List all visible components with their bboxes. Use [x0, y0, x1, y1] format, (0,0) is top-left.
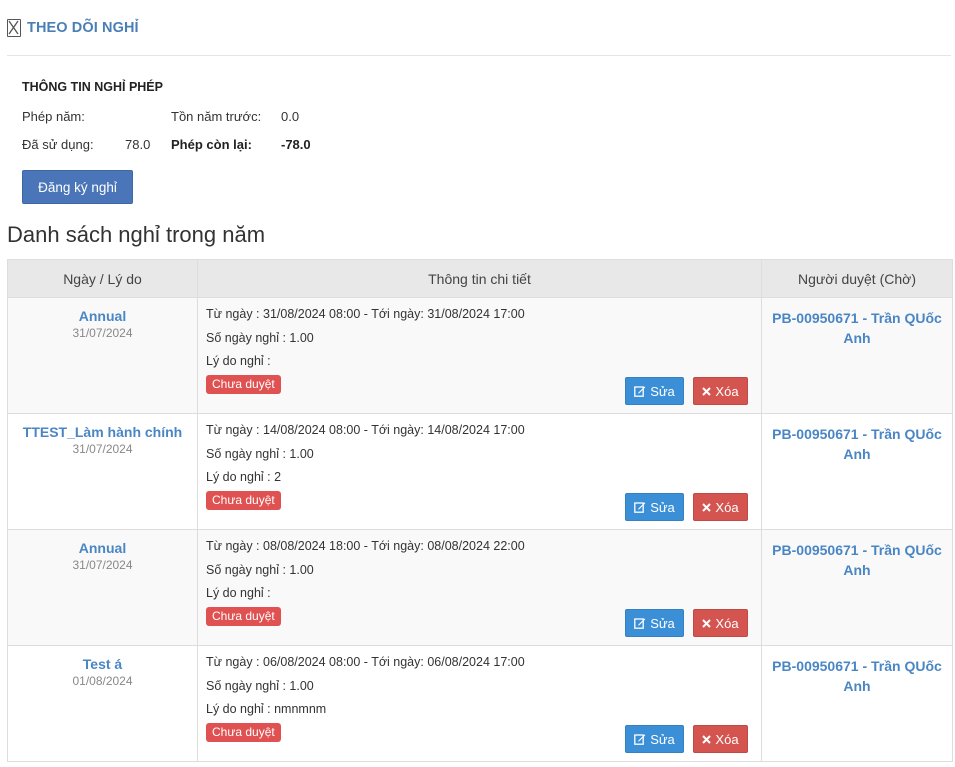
status-badge: Chưa duyệt — [206, 375, 281, 394]
delete-label: Xóa — [715, 383, 739, 399]
date-range: Từ ngày : 08/08/2024 18:00 - Tới ngày: 0… — [206, 539, 525, 553]
date-reason-cell: Annual 31/07/2024 — [7, 297, 198, 414]
edit-button[interactable]: Sửa — [625, 609, 684, 637]
used-label: Đã sử dụng: — [22, 137, 94, 152]
approver-cell: PB-00950671 - Trần QUốc Anh — [761, 645, 953, 762]
status-badge: Chưa duyệt — [206, 723, 281, 742]
delete-button[interactable]: Xóa — [693, 377, 748, 405]
table-row: Test á 01/08/2024 Từ ngày : 06/08/2024 0… — [7, 645, 953, 762]
approver-link[interactable]: PB-00950671 - Trần QUốc Anh — [763, 424, 951, 464]
prev-year-value: 0.0 — [281, 109, 300, 124]
details-cell: Từ ngày : 14/08/2024 08:00 - Tới ngày: 1… — [197, 413, 762, 530]
edit-icon — [634, 618, 646, 629]
header-details: Thông tin chi tiết — [197, 259, 762, 298]
prev-year-label: Tồn năm trước: — [171, 109, 262, 124]
edit-label: Sửa — [650, 615, 675, 631]
edit-label: Sửa — [650, 499, 675, 515]
used-value: 78.0 — [125, 137, 151, 152]
leave-created-date: 31/07/2024 — [72, 326, 133, 340]
delete-label: Xóa — [715, 615, 739, 631]
page-header: THEO DÕI NGHỈ — [7, 16, 139, 40]
edit-button[interactable]: Sửa — [625, 493, 684, 521]
edit-label: Sửa — [650, 383, 675, 399]
leave-created-date: 01/08/2024 — [72, 674, 133, 688]
delete-label: Xóa — [715, 731, 739, 747]
days-count: Số ngày nghỉ : 1.00 — [206, 447, 314, 461]
delete-button[interactable]: Xóa — [693, 725, 748, 753]
leave-list-title: Danh sách nghỉ trong năm — [7, 222, 266, 247]
leave-table: Ngày / Lý do Thông tin chi tiết Người du… — [7, 259, 953, 762]
leave-reason-link[interactable]: Annual — [9, 308, 196, 324]
approver-cell: PB-00950671 - Trần QUốc Anh — [761, 529, 953, 646]
edit-icon — [634, 502, 646, 513]
details-cell: Từ ngày : 31/08/2024 08:00 - Tới ngày: 3… — [197, 297, 762, 414]
header-date-reason: Ngày / Lý do — [7, 259, 198, 298]
edit-button[interactable]: Sửa — [625, 725, 684, 753]
edit-icon — [634, 734, 646, 745]
date-range: Từ ngày : 06/08/2024 08:00 - Tới ngày: 0… — [206, 655, 525, 669]
close-icon — [702, 734, 712, 744]
status-badge: Chưa duyệt — [206, 491, 281, 510]
days-count: Số ngày nghỉ : 1.00 — [206, 331, 314, 345]
leave-note: Lý do nghỉ : 2 — [206, 470, 282, 484]
table-row: Annual 31/07/2024 Từ ngày : 31/08/2024 0… — [7, 297, 953, 414]
leave-created-date: 31/07/2024 — [72, 558, 133, 572]
register-leave-button[interactable]: Đăng ký nghỉ — [22, 170, 133, 204]
leave-note: Lý do nghỉ : — [206, 586, 271, 600]
days-count: Số ngày nghỉ : 1.00 — [206, 679, 314, 693]
edit-label: Sửa — [650, 731, 675, 747]
delete-button[interactable]: Xóa — [693, 493, 748, 521]
date-reason-cell: Test á 01/08/2024 — [7, 645, 198, 762]
edit-button[interactable]: Sửa — [625, 377, 684, 405]
table-row: Annual 31/07/2024 Từ ngày : 08/08/2024 1… — [7, 529, 953, 646]
close-icon — [702, 386, 712, 396]
date-range: Từ ngày : 14/08/2024 08:00 - Tới ngày: 1… — [206, 423, 525, 437]
close-icon — [702, 502, 712, 512]
leave-note: Lý do nghỉ : — [206, 354, 271, 368]
approver-link[interactable]: PB-00950671 - Trần QUốc Anh — [763, 308, 951, 348]
approver-cell: PB-00950671 - Trần QUốc Anh — [761, 297, 953, 414]
details-cell: Từ ngày : 08/08/2024 18:00 - Tới ngày: 0… — [197, 529, 762, 646]
details-cell: Từ ngày : 06/08/2024 08:00 - Tới ngày: 0… — [197, 645, 762, 762]
delete-label: Xóa — [715, 499, 739, 515]
date-reason-cell: TTEST_Làm hành chính 31/07/2024 — [7, 413, 198, 530]
remaining-label: Phép còn lại: — [171, 137, 252, 152]
approver-link[interactable]: PB-00950671 - Trần QUốc Anh — [763, 540, 951, 580]
leave-reason-link[interactable]: Annual — [9, 540, 196, 556]
leave-reason-link[interactable]: TTEST_Làm hành chính — [9, 424, 196, 440]
days-count: Số ngày nghỉ : 1.00 — [206, 563, 314, 577]
delete-button[interactable]: Xóa — [693, 609, 748, 637]
approver-cell: PB-00950671 - Trần QUốc Anh — [761, 413, 953, 530]
remaining-value: -78.0 — [281, 137, 311, 152]
approver-link[interactable]: PB-00950671 - Trần QUốc Anh — [763, 656, 951, 696]
table-row: TTEST_Làm hành chính 31/07/2024 Từ ngày … — [7, 413, 953, 530]
header-approver: Người duyệt (Chờ) — [761, 259, 953, 298]
edit-icon — [634, 386, 646, 397]
date-range: Từ ngày : 31/08/2024 08:00 - Tới ngày: 3… — [206, 307, 525, 321]
annual-leave-label: Phép năm: — [22, 109, 85, 124]
date-reason-cell: Annual 31/07/2024 — [7, 529, 198, 646]
leave-info-title: THÔNG TIN NGHỈ PHÉP — [22, 80, 163, 94]
broken-image-icon — [7, 19, 21, 37]
page-title[interactable]: THEO DÕI NGHỈ — [27, 20, 139, 36]
status-badge: Chưa duyệt — [206, 607, 281, 626]
leave-created-date: 31/07/2024 — [72, 442, 133, 456]
leave-reason-link[interactable]: Test á — [9, 656, 196, 672]
header-divider — [7, 55, 951, 56]
table-header-row: Ngày / Lý do Thông tin chi tiết Người du… — [7, 259, 953, 298]
close-icon — [702, 618, 712, 628]
leave-note: Lý do nghỉ : nmnmnm — [206, 702, 327, 716]
